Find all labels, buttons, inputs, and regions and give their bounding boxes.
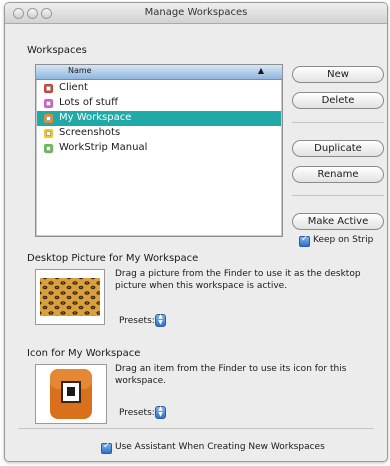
desktop-picture-description-line1: Drag a picture from the Finder to use it… bbox=[115, 269, 361, 279]
workspace-color-icon bbox=[44, 129, 53, 138]
desktop-presets-label: Presets: bbox=[119, 316, 155, 326]
icon-presets-popup[interactable]: ▲ ▼ bbox=[155, 406, 166, 419]
workspace-color-icon bbox=[44, 114, 53, 123]
title-bar: Manage Workspaces bbox=[5, 3, 387, 24]
workspaces-list[interactable]: Name ▲ Client Lots of stuff My Workspace Sc… bbox=[35, 64, 283, 237]
workspace-row-label: Screenshots bbox=[59, 127, 121, 138]
new-button[interactable]: New bbox=[292, 66, 384, 83]
leopard-desktop-thumbnail bbox=[40, 278, 100, 316]
duplicate-button[interactable]: Duplicate bbox=[292, 140, 384, 157]
use-assistant-label: Use Assistant When Creating New Workspac… bbox=[115, 442, 325, 452]
desktop-picture-section-label: Desktop Picture for My Workspace bbox=[27, 253, 199, 264]
workspace-row[interactable]: Lots of stuff bbox=[37, 96, 281, 111]
up-down-arrows-icon: ▲ ▼ bbox=[158, 405, 163, 418]
workspace-row[interactable]: Client bbox=[37, 81, 281, 96]
workspace-row-label: WorkStrip Manual bbox=[59, 142, 148, 153]
icon-well[interactable] bbox=[35, 364, 107, 424]
icon-description-line1: Drag an item from the Finder to use its … bbox=[115, 364, 347, 374]
icon-section-label: Icon for My Workspace bbox=[27, 348, 141, 359]
window-title: Manage Workspaces bbox=[144, 7, 248, 18]
workspace-color-icon bbox=[44, 99, 53, 108]
workspaces-section-label: Workspaces bbox=[27, 45, 87, 56]
bottom-separator bbox=[18, 428, 374, 429]
icon-presets-label: Presets: bbox=[119, 408, 155, 418]
use-assistant-checkbox[interactable]: ✓ bbox=[101, 441, 112, 454]
workspace-icon-preview bbox=[50, 369, 92, 419]
make-active-button[interactable]: Make Active bbox=[292, 213, 384, 230]
workspace-color-icon bbox=[44, 144, 53, 153]
workspace-color-icon bbox=[44, 84, 53, 93]
workspace-row[interactable]: Screenshots bbox=[37, 126, 281, 141]
keep-on-strip-label: Keep on Strip bbox=[313, 235, 374, 245]
workspace-row-label: Client bbox=[59, 82, 88, 93]
up-down-arrows-icon: ▲ ▼ bbox=[158, 313, 163, 326]
workspace-row-label: My Workspace bbox=[59, 112, 132, 123]
rename-button[interactable]: Rename bbox=[292, 166, 384, 183]
desktop-picture-well[interactable] bbox=[35, 269, 105, 325]
workspace-row[interactable]: My Workspace bbox=[37, 111, 281, 126]
checkmark-icon: ✓ bbox=[103, 441, 111, 451]
button-separator bbox=[292, 122, 384, 123]
checkmark-icon: ✓ bbox=[301, 234, 309, 244]
manage-workspaces-window: Manage Workspaces Workspaces Name ▲ Clie… bbox=[4, 2, 388, 462]
keep-on-strip-checkbox[interactable]: ✓ bbox=[299, 234, 310, 247]
icon-description-line2: workspace. bbox=[115, 376, 167, 386]
workspace-row[interactable]: WorkStrip Manual bbox=[37, 141, 281, 156]
name-column-header[interactable]: Name ▲ bbox=[36, 65, 282, 80]
name-column-label: Name bbox=[68, 66, 92, 75]
desktop-picture-description-line2: picture when this workspace is active. bbox=[115, 281, 288, 291]
delete-button[interactable]: Delete bbox=[292, 92, 384, 109]
sort-ascending-icon: ▲ bbox=[257, 66, 264, 75]
button-separator bbox=[292, 195, 384, 196]
workspace-row-label: Lots of stuff bbox=[59, 97, 118, 108]
desktop-presets-popup[interactable]: ▲ ▼ bbox=[155, 314, 166, 327]
